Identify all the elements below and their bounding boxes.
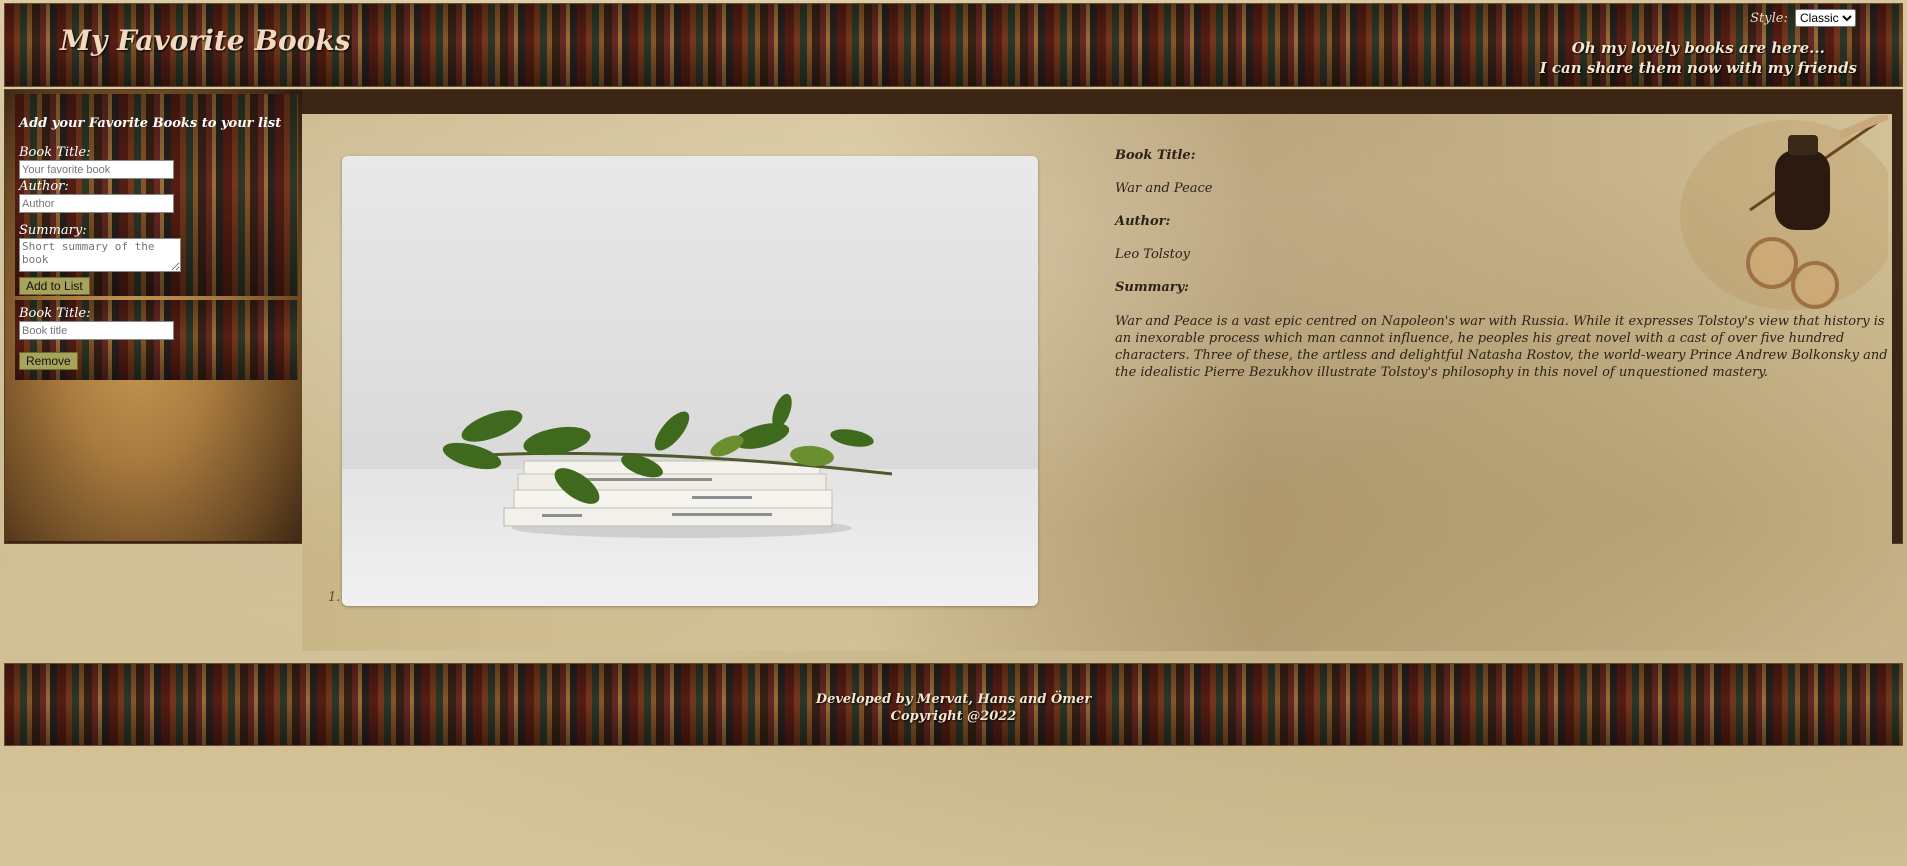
remove-title-label: Book Title: — [19, 306, 91, 321]
detail-title-value: War and Peace — [1115, 181, 1213, 196]
style-label: Style: — [1750, 11, 1788, 26]
detail-author-heading: Author: — [1115, 214, 1171, 229]
book-image[interactable] — [342, 156, 1038, 606]
detail-summary-value: War and Peace is a vast epic centred on … — [1115, 314, 1888, 380]
style-switcher: Style: Classic — [1750, 9, 1856, 27]
add-to-list-button[interactable]: Add to List — [19, 277, 90, 295]
summary-textarea[interactable] — [19, 238, 181, 272]
add-book-panel: Add your Favorite Books to your list Boo… — [15, 94, 298, 296]
book-detail: Book Title: War and Peace Author: Leo To… — [1115, 148, 1890, 399]
remove-button[interactable]: Remove — [19, 352, 78, 370]
tagline-line-1: Oh my lovely books are here... — [1571, 39, 1825, 57]
header-banner: My Favorite Books Style: Classic Oh my l… — [4, 3, 1903, 87]
detail-summary-heading: Summary: — [1115, 280, 1189, 295]
book-title-input[interactable] — [19, 160, 174, 179]
style-select[interactable]: Classic — [1795, 9, 1856, 27]
site-title: My Favorite Books — [60, 24, 351, 57]
footer-credits: Developed by Mervat, Hans and Ömer — [815, 692, 1092, 707]
author-input[interactable] — [19, 194, 174, 213]
summary-label: Summary: — [19, 223, 87, 238]
author-label: Author: — [19, 179, 69, 194]
remove-book-panel: Book Title: Remove — [15, 300, 298, 380]
book-title-label: Book Title: — [19, 145, 91, 160]
books-plant-photo — [342, 156, 1038, 606]
tagline-line-2: I can share them now with my friends — [1539, 59, 1857, 77]
tagline: Oh my lovely books are here... I can sha… — [1540, 38, 1857, 78]
footer-text: Developed by Mervat, Hans and Ömer Copyr… — [5, 691, 1902, 725]
detail-title-heading: Book Title: — [1115, 148, 1196, 163]
book-list-number: 1. — [328, 590, 341, 605]
add-book-heading: Add your Favorite Books to your list — [19, 116, 282, 131]
sidebar: Add your Favorite Books to your list Boo… — [5, 90, 302, 541]
footer-copyright: Copyright @2022 — [890, 709, 1017, 724]
footer-banner: Developed by Mervat, Hans and Ömer Copyr… — [4, 663, 1903, 746]
detail-author-value: Leo Tolstoy — [1115, 247, 1190, 262]
remove-title-input[interactable] — [19, 321, 174, 340]
